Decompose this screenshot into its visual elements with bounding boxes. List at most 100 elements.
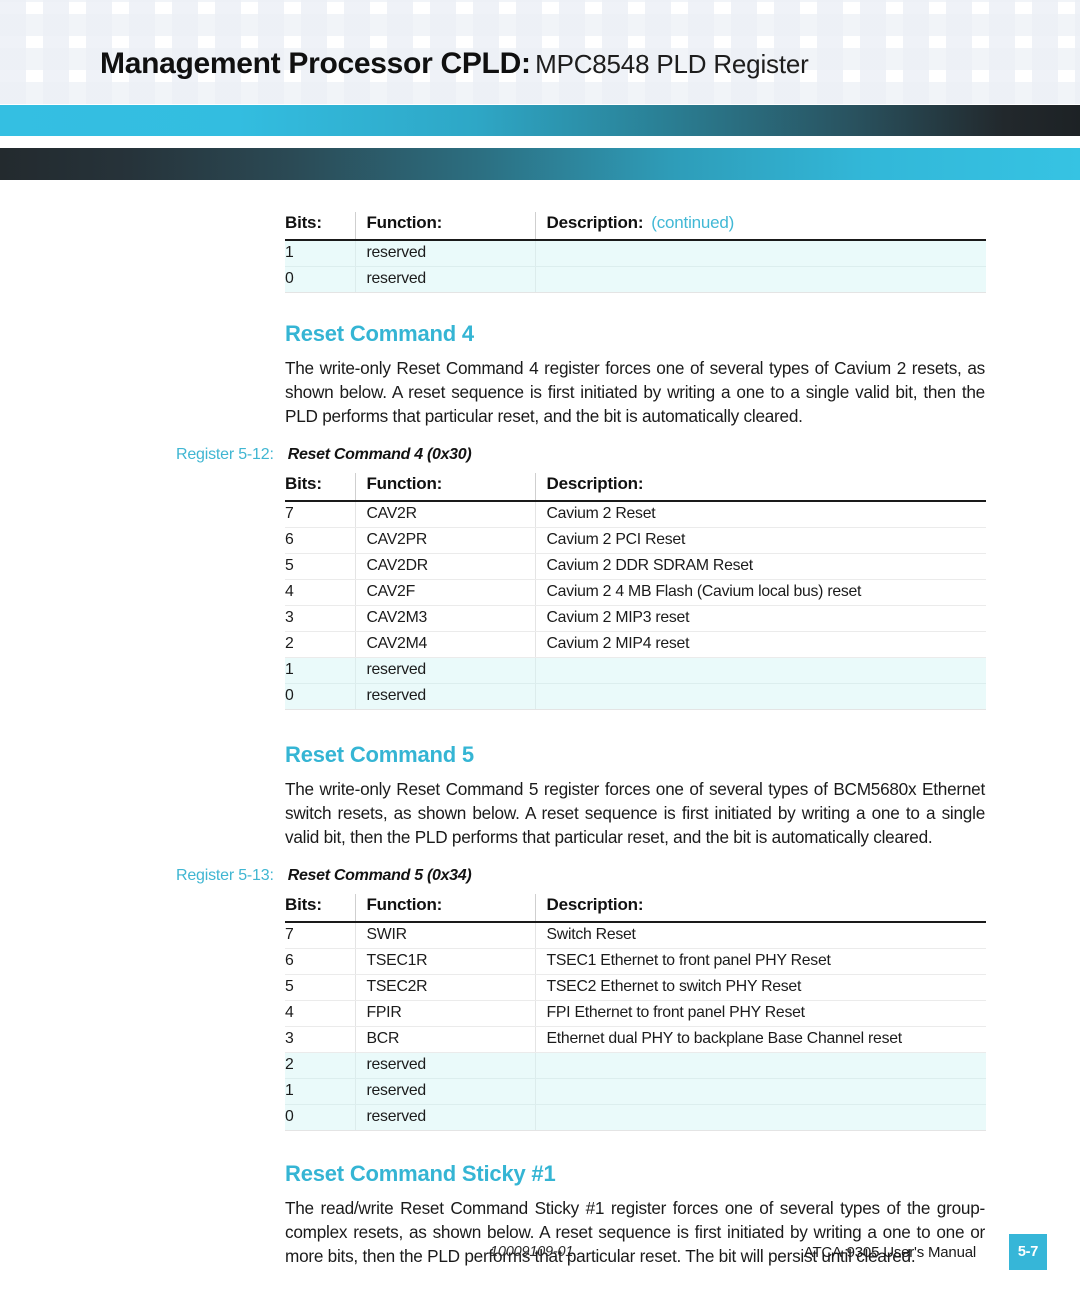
continued-register-table: Bits: Function: Description: (continued) … bbox=[285, 212, 986, 293]
register-number-label: Register 5-13: bbox=[176, 867, 274, 884]
cell-bits: 6 bbox=[285, 948, 355, 975]
section-body-reset-command-4: The write-only Reset Command 4 register … bbox=[285, 358, 985, 426]
cell-function: TSEC2R bbox=[354, 974, 535, 1001]
header-bits: Bits: bbox=[285, 473, 355, 502]
header-description: Description: (continued) bbox=[534, 212, 986, 241]
cell-function: CAV2PR bbox=[354, 527, 535, 554]
footer-page-number: 5-7 bbox=[1009, 1234, 1047, 1270]
header-description: Description: bbox=[534, 894, 986, 923]
cell-description: Cavium 2 DDR SDRAM Reset bbox=[534, 553, 986, 580]
table-row: 5 CAV2DR Cavium 2 DDR SDRAM Reset bbox=[285, 553, 986, 580]
page-footer: 10009109-01 ATCA-9305 User's Manual 5-7 bbox=[0, 1230, 1080, 1296]
table-row: 1 reserved bbox=[285, 657, 986, 684]
table-row: 3 BCR Ethernet dual PHY to backplane Bas… bbox=[285, 1026, 986, 1053]
cell-bits: 0 bbox=[285, 683, 355, 710]
cell-bits: 3 bbox=[285, 1026, 355, 1053]
cell-function: reserved bbox=[354, 240, 535, 267]
header-function: Function: bbox=[354, 473, 535, 502]
table-row: 0 reserved bbox=[285, 1104, 986, 1131]
cell-function: FPIR bbox=[354, 1000, 535, 1027]
cell-bits: 2 bbox=[285, 631, 355, 658]
cell-description: TSEC1 Ethernet to front panel PHY Reset bbox=[534, 948, 986, 975]
table-row: 0 reserved bbox=[285, 266, 986, 293]
cell-bits: 3 bbox=[285, 605, 355, 632]
register-name-label: Reset Command 4 (0x30) bbox=[287, 446, 472, 463]
table-row: 1 reserved bbox=[285, 1078, 986, 1105]
cell-bits: 0 bbox=[285, 1104, 355, 1131]
register-caption-5-13: Register 5-13: Reset Command 5 (0x34) bbox=[176, 867, 1080, 885]
cell-function: TSEC1R bbox=[354, 948, 535, 975]
section-heading-reset-command-4: Reset Command 4 bbox=[285, 321, 474, 346]
cell-description: Switch Reset bbox=[534, 922, 986, 949]
cell-description: Cavium 2 Reset bbox=[534, 501, 986, 528]
cell-description: Cavium 2 4 MB Flash (Cavium local bus) r… bbox=[534, 579, 986, 606]
cell-function: reserved bbox=[354, 266, 535, 293]
header-description-label: Description: bbox=[546, 213, 644, 232]
cell-bits: 1 bbox=[285, 240, 355, 267]
header-description: Description: bbox=[534, 473, 986, 502]
cell-description bbox=[534, 1078, 986, 1105]
cell-bits: 4 bbox=[285, 579, 355, 606]
cell-description: Cavium 2 MIP3 reset bbox=[534, 605, 986, 632]
table-row: 4 CAV2F Cavium 2 4 MB Flash (Cavium loca… bbox=[285, 579, 986, 606]
cell-function: CAV2F bbox=[354, 579, 535, 606]
cell-bits: 6 bbox=[285, 527, 355, 554]
table-row: 2 CAV2M4 Cavium 2 MIP4 reset bbox=[285, 631, 986, 658]
section-reset-command-4: Reset Command 4 The write-only Reset Com… bbox=[0, 321, 1080, 710]
cell-function: reserved bbox=[354, 1104, 535, 1131]
register-number-label: Register 5-12: bbox=[176, 446, 274, 463]
table-row: 6 TSEC1R TSEC1 Ethernet to front panel P… bbox=[285, 948, 986, 975]
cell-function: reserved bbox=[354, 1052, 535, 1079]
cell-function: CAV2M4 bbox=[354, 631, 535, 658]
cell-bits: 2 bbox=[285, 1052, 355, 1079]
section-heading-reset-command-5: Reset Command 5 bbox=[285, 742, 474, 767]
running-head: Management Processor CPLD: MPC8548 PLD R… bbox=[100, 42, 1040, 86]
cell-description bbox=[534, 240, 986, 267]
running-head-title-light: MPC8548 PLD Register bbox=[535, 49, 809, 79]
header-function: Function: bbox=[354, 212, 535, 241]
register-name-label: Reset Command 5 (0x34) bbox=[287, 867, 472, 884]
footer-document-number: 10009109-01 bbox=[490, 1244, 574, 1260]
section-reset-command-5: Reset Command 5 The write-only Reset Com… bbox=[0, 742, 1080, 1131]
cell-function: reserved bbox=[354, 1078, 535, 1105]
header-rule-dark-to-cyan bbox=[0, 148, 1080, 180]
cell-bits: 1 bbox=[285, 657, 355, 684]
cell-description: Ethernet dual PHY to backplane Base Chan… bbox=[534, 1026, 986, 1053]
table-row: 2 reserved bbox=[285, 1052, 986, 1079]
register-table-reset-command-5: Bits: Function: Description: 7 SWIR Swit… bbox=[285, 894, 986, 1131]
cell-function: reserved bbox=[354, 683, 535, 710]
cell-bits: 5 bbox=[285, 553, 355, 580]
running-head-title-bold: Management Processor CPLD: bbox=[100, 47, 531, 80]
cell-bits: 4 bbox=[285, 1000, 355, 1027]
cell-description: TSEC2 Ethernet to switch PHY Reset bbox=[534, 974, 986, 1001]
cell-function: CAV2DR bbox=[354, 553, 535, 580]
cell-function: CAV2M3 bbox=[354, 605, 535, 632]
cell-description: FPI Ethernet to front panel PHY Reset bbox=[534, 1000, 986, 1027]
cell-description: Cavium 2 MIP4 reset bbox=[534, 631, 986, 658]
cell-bits: 0 bbox=[285, 266, 355, 293]
cell-function: CAV2R bbox=[354, 501, 535, 528]
cell-description: Cavium 2 PCI Reset bbox=[534, 527, 986, 554]
cell-description bbox=[534, 683, 986, 710]
cell-description bbox=[534, 1052, 986, 1079]
table-row: 0 reserved bbox=[285, 683, 986, 710]
header-bits: Bits: bbox=[285, 212, 355, 241]
cell-bits: 7 bbox=[285, 501, 355, 528]
header-rule-cyan-to-dark bbox=[0, 105, 1080, 136]
header-continued-note: (continued) bbox=[651, 213, 735, 232]
table-row: 1 reserved bbox=[285, 240, 986, 267]
cell-function: reserved bbox=[354, 657, 535, 684]
table-header-row: Bits: Function: Description: (continued) bbox=[285, 212, 986, 241]
register-caption-5-12: Register 5-12: Reset Command 4 (0x30) bbox=[176, 446, 1080, 464]
register-table-reset-command-4: Bits: Function: Description: 7 CAV2R Cav… bbox=[285, 473, 986, 710]
header-bits: Bits: bbox=[285, 894, 355, 923]
section-heading-reset-command-sticky-1: Reset Command Sticky #1 bbox=[285, 1161, 556, 1186]
cell-description bbox=[534, 1104, 986, 1131]
cell-function: SWIR bbox=[354, 922, 535, 949]
table-header-row: Bits: Function: Description: bbox=[285, 473, 986, 502]
table-row: 3 CAV2M3 Cavium 2 MIP3 reset bbox=[285, 605, 986, 632]
cell-bits: 1 bbox=[285, 1078, 355, 1105]
cell-description bbox=[534, 657, 986, 684]
table-row: 6 CAV2PR Cavium 2 PCI Reset bbox=[285, 527, 986, 554]
cell-description bbox=[534, 266, 986, 293]
